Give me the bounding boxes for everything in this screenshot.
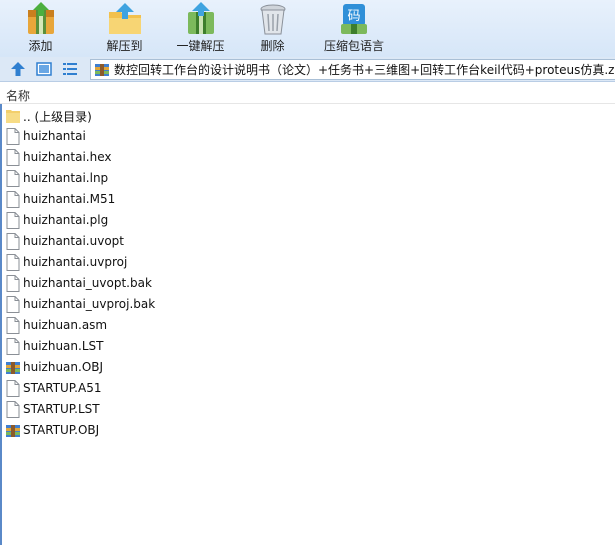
address-bar[interactable]: 数控回转工作台的设计说明书（论文）+任务书+三维图+回转工作台keil代码+pr…	[90, 59, 615, 80]
delete-button[interactable]: 删除	[241, 0, 304, 57]
file-icon	[6, 296, 20, 313]
file-icon	[6, 233, 20, 250]
file-icon	[6, 149, 20, 166]
archive-language-icon: 码	[341, 4, 367, 34]
archive-language-label: 压缩包语言	[323, 39, 384, 53]
address-row: 数控回转工作台的设计说明书（论文）+任务书+三维图+回转工作台keil代码+pr…	[0, 57, 615, 82]
file-name: .. (上级目录)	[23, 110, 92, 124]
file-row[interactable]: huizhantai.plg	[0, 210, 615, 231]
file-name: huizhantai.hex	[23, 150, 112, 164]
file-row[interactable]: STARTUP.A51	[0, 378, 615, 399]
file-row[interactable]: STARTUP.LST	[0, 399, 615, 420]
file-icon	[6, 338, 20, 355]
file-name: huizhantai.plg	[23, 213, 109, 227]
file-row[interactable]: huizhantai.M51	[0, 189, 615, 210]
file-row[interactable]: huizhantai.uvproj	[0, 252, 615, 273]
archive-language-icon-text: 码	[347, 9, 360, 24]
file-row[interactable]: huizhantai	[0, 126, 615, 147]
file-name: huizhantai.uvproj	[23, 255, 128, 269]
file-name: huizhuan.asm	[23, 318, 108, 332]
file-row[interactable]: huizhuan.OBJ	[0, 357, 615, 378]
file-icon	[6, 275, 20, 292]
parent-directory-row[interactable]: .. (上级目录)	[0, 105, 615, 126]
toolbar: 添加 解压到 一键解压 删除 码 压缩包语言	[0, 0, 615, 57]
file-icon	[6, 191, 20, 208]
file-icon	[6, 380, 20, 397]
archive-icon	[95, 63, 109, 76]
file-name: huizhantai_uvopt.bak	[23, 276, 152, 290]
file-icon	[6, 317, 20, 334]
one-click-extract-icon	[187, 2, 214, 34]
file-row[interactable]: huizhantai_uvopt.bak	[0, 273, 615, 294]
file-row[interactable]: huizhantai_uvproj.bak	[0, 294, 615, 315]
file-icon	[6, 212, 20, 229]
column-header-name[interactable]: 名称	[6, 87, 30, 104]
folder-icon	[6, 107, 20, 124]
add-archive-icon	[27, 2, 54, 34]
one-click-extract-label: 一键解压	[176, 39, 225, 53]
add-label: 添加	[28, 39, 53, 53]
file-name: STARTUP.OBJ	[23, 423, 100, 437]
column-header: 名称	[0, 84, 615, 104]
list-view-button[interactable]	[60, 60, 80, 78]
file-row[interactable]: STARTUP.OBJ	[0, 420, 615, 441]
extract-folder-icon	[108, 3, 141, 34]
file-name: huizhuan.OBJ	[23, 360, 104, 374]
up-arrow-icon	[11, 62, 25, 76]
file-row[interactable]: huizhuan.LST	[0, 336, 615, 357]
extract-to-label: 解压到	[106, 39, 143, 53]
archive-icon	[6, 422, 20, 439]
file-name: STARTUP.LST	[23, 402, 100, 416]
file-icon	[6, 254, 20, 271]
file-row[interactable]: huizhantai.lnp	[0, 168, 615, 189]
archive-icon	[6, 359, 20, 376]
file-name: huizhantai.M51	[23, 192, 116, 206]
file-name: STARTUP.A51	[23, 381, 102, 395]
file-name: huizhantai.uvopt	[23, 234, 124, 248]
trash-icon	[260, 4, 285, 35]
file-name: huizhantai_uvproj.bak	[23, 297, 156, 311]
file-name: huizhantai	[23, 129, 86, 143]
thumbnail-view-button[interactable]	[34, 60, 54, 78]
one-click-extract-button[interactable]: 一键解压	[169, 0, 232, 57]
up-level-button[interactable]	[8, 60, 28, 78]
file-icon	[6, 170, 20, 187]
file-row[interactable]: huizhuan.asm	[0, 315, 615, 336]
file-name: huizhuan.LST	[23, 339, 104, 353]
file-icon	[6, 401, 20, 418]
file-row[interactable]: huizhantai.uvopt	[0, 231, 615, 252]
delete-label: 删除	[260, 39, 285, 53]
extract-to-button[interactable]: 解压到	[93, 0, 156, 57]
file-name: huizhantai.lnp	[23, 171, 109, 185]
file-icon	[6, 128, 20, 145]
archive-path: 数控回转工作台的设计说明书（论文）+任务书+三维图+回转工作台keil代码+pr…	[114, 63, 615, 77]
list-view-icon	[63, 63, 77, 75]
archive-language-button[interactable]: 码 压缩包语言	[319, 0, 389, 57]
file-row[interactable]: huizhantai.hex	[0, 147, 615, 168]
add-button[interactable]: 添加	[9, 0, 72, 57]
thumbnail-view-icon	[36, 62, 52, 76]
